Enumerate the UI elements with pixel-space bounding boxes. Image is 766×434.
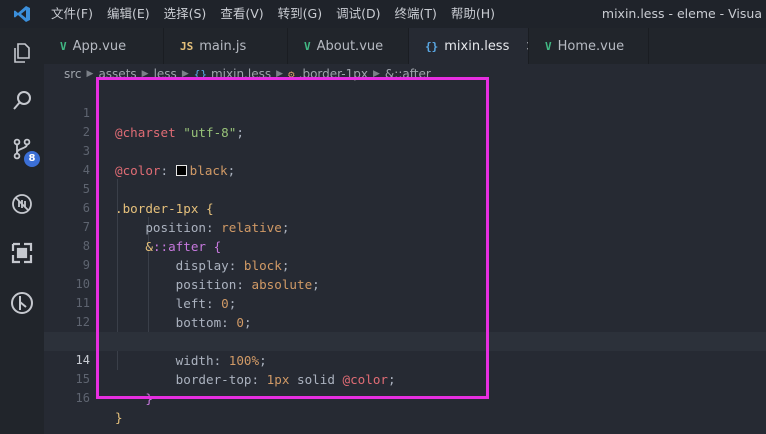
code-line: 11 bottom: 0; (44, 275, 766, 330)
breadcrumb-item[interactable]: .border-1px (299, 67, 368, 81)
code-line: 4 (44, 142, 766, 177)
menu-go[interactable]: 转到(G) (271, 0, 329, 28)
code-line: 8 display: block; (44, 218, 766, 273)
code-line-current: 14 border-top: 1px solid @color; (44, 332, 766, 387)
menu-selection[interactable]: 选择(S) (157, 0, 214, 28)
tab-mixin-less[interactable]: {} mixin.less × (409, 28, 529, 64)
menu-terminal[interactable]: 终端(T) (387, 0, 443, 28)
code-line: 7 &::after { (44, 199, 766, 254)
menu-debug[interactable]: 调试(D) (329, 0, 387, 28)
code-line: 3 @color: black; (44, 123, 766, 178)
js-file-icon: JS (180, 39, 194, 53)
vue-file-icon: V (60, 39, 67, 53)
code-line: 5 .border-1px { (44, 161, 766, 216)
extensions-icon[interactable] (0, 231, 44, 275)
code-line: 13 width: 100%; (44, 313, 766, 368)
tab-label: About.vue (316, 38, 384, 54)
tab-main-js[interactable]: JS main.js (164, 28, 288, 64)
code-line: 6 position: relative; (44, 180, 766, 235)
less-file-icon: {} (193, 67, 207, 81)
menu-file[interactable]: 文件(F) (44, 0, 100, 28)
menu-edit[interactable]: 编辑(E) (100, 0, 157, 28)
breadcrumb-item[interactable]: less (154, 67, 177, 81)
breadcrumb: src ▶ assets ▶ less ▶ {} mixin.less ▶ ⚙ … (44, 64, 766, 84)
breadcrumb-item[interactable]: mixin.less (211, 67, 271, 81)
tab-label: Home.vue (557, 38, 625, 54)
window-title: mixin.less - eleme - Visua (601, 6, 762, 21)
chevron-right-icon: ▶ (276, 69, 284, 79)
code-line: 1 @charset "utf-8"; (44, 85, 766, 140)
search-icon[interactable] (0, 79, 44, 123)
explorer-icon[interactable] (0, 31, 44, 75)
activity-bar: 8 (0, 28, 44, 434)
code-line: 15 } (44, 351, 766, 406)
less-file-icon: {} (425, 39, 439, 53)
tab-app-vue[interactable]: V App.vue (44, 28, 164, 64)
vscode-logo-icon (0, 0, 44, 28)
chevron-right-icon: ▶ (373, 69, 380, 79)
chevron-right-icon: ▶ (86, 69, 94, 79)
code-line: 10 left: 0; (44, 256, 766, 311)
scm-count-badge: 8 (24, 151, 40, 167)
line-number: 16 (75, 391, 90, 405)
selector-icon: ⚙ (288, 67, 295, 81)
breadcrumb-item[interactable]: &::after (385, 67, 431, 81)
breadcrumb-item[interactable]: src (64, 67, 82, 81)
code-editor[interactable]: 1 @charset "utf-8"; 2 3 @color: black; 4… (44, 84, 766, 434)
source-control-icon[interactable]: 8 (0, 127, 44, 171)
tab-home-vue[interactable]: V Home.vue (529, 28, 649, 64)
tab-about-vue[interactable]: V About.vue (288, 28, 409, 64)
breadcrumb-item[interactable]: assets (98, 67, 136, 81)
vue-file-icon: V (545, 39, 552, 53)
debug-icon[interactable] (0, 182, 44, 226)
tab-bar: V App.vue JS main.js V About.vue {} mixi… (44, 28, 766, 64)
tab-label: main.js (199, 38, 247, 54)
tab-label: App.vue (72, 38, 127, 54)
code-line: 9 position: absolute; (44, 237, 766, 292)
menu-bar: 文件(F) 编辑(E) 选择(S) 查看(V) 转到(G) 调试(D) 终端(T… (44, 0, 502, 28)
remote-icon[interactable] (0, 281, 44, 325)
code-line: 16 } (44, 370, 766, 425)
chevron-right-icon: ▶ (181, 69, 189, 79)
code-line: 12 content: ''; (44, 294, 766, 349)
menu-help[interactable]: 帮助(H) (444, 0, 502, 28)
chevron-right-icon: ▶ (141, 69, 149, 79)
menu-view[interactable]: 查看(V) (213, 0, 270, 28)
vue-file-icon: V (304, 39, 311, 53)
tab-label: mixin.less (444, 38, 510, 54)
title-bar: 文件(F) 编辑(E) 选择(S) 查看(V) 转到(G) 调试(D) 终端(T… (0, 0, 766, 28)
code-line: 2 (44, 104, 766, 139)
